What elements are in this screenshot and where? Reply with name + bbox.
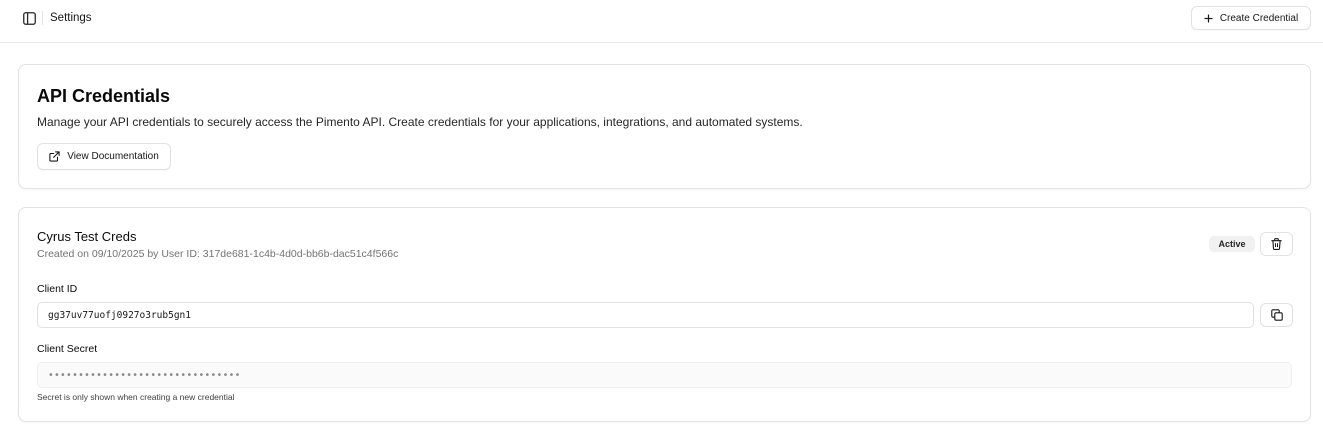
client-id-label: Client ID [37, 283, 78, 295]
section-description: Manage your API credentials to securely … [37, 115, 803, 129]
client-secret-label: Client Secret [37, 343, 98, 355]
copy-client-id-button[interactable] [1260, 303, 1293, 327]
credential-meta: Created on 09/10/2025 by User ID: 317de6… [37, 248, 399, 260]
page-title: Settings [50, 12, 92, 24]
credential-name: Cyrus Test Creds [37, 229, 137, 244]
credential-card: Cyrus Test Creds Created on 09/10/2025 b… [18, 207, 1311, 422]
trash-icon [1271, 238, 1282, 250]
status-badge: Active [1209, 236, 1255, 252]
view-documentation-label: View Documentation [67, 151, 159, 162]
api-credentials-card: API Credentials Manage your API credenti… [18, 64, 1311, 189]
create-credential-label: Create Credential [1219, 12, 1299, 24]
secret-hint: Secret is only shown when creating a new… [37, 392, 235, 402]
header-divider [42, 11, 43, 25]
section-title: API Credentials [37, 86, 171, 106]
create-credential-button[interactable]: Create Credential [1191, 6, 1311, 30]
top-bar: Settings Create Credential [0, 0, 1323, 43]
sidebar-toggle-icon[interactable] [20, 9, 38, 27]
plus-icon [1204, 14, 1213, 23]
client-id-field[interactable]: gg37uv77uofj0927o3rub5gn1 [37, 302, 1254, 328]
client-secret-field: •••••••••••••••••••••••••••••••• [37, 362, 1292, 388]
external-link-icon [49, 151, 60, 162]
copy-icon [1270, 309, 1283, 321]
delete-credential-button[interactable] [1260, 232, 1293, 256]
view-documentation-button[interactable]: View Documentation [37, 143, 171, 170]
